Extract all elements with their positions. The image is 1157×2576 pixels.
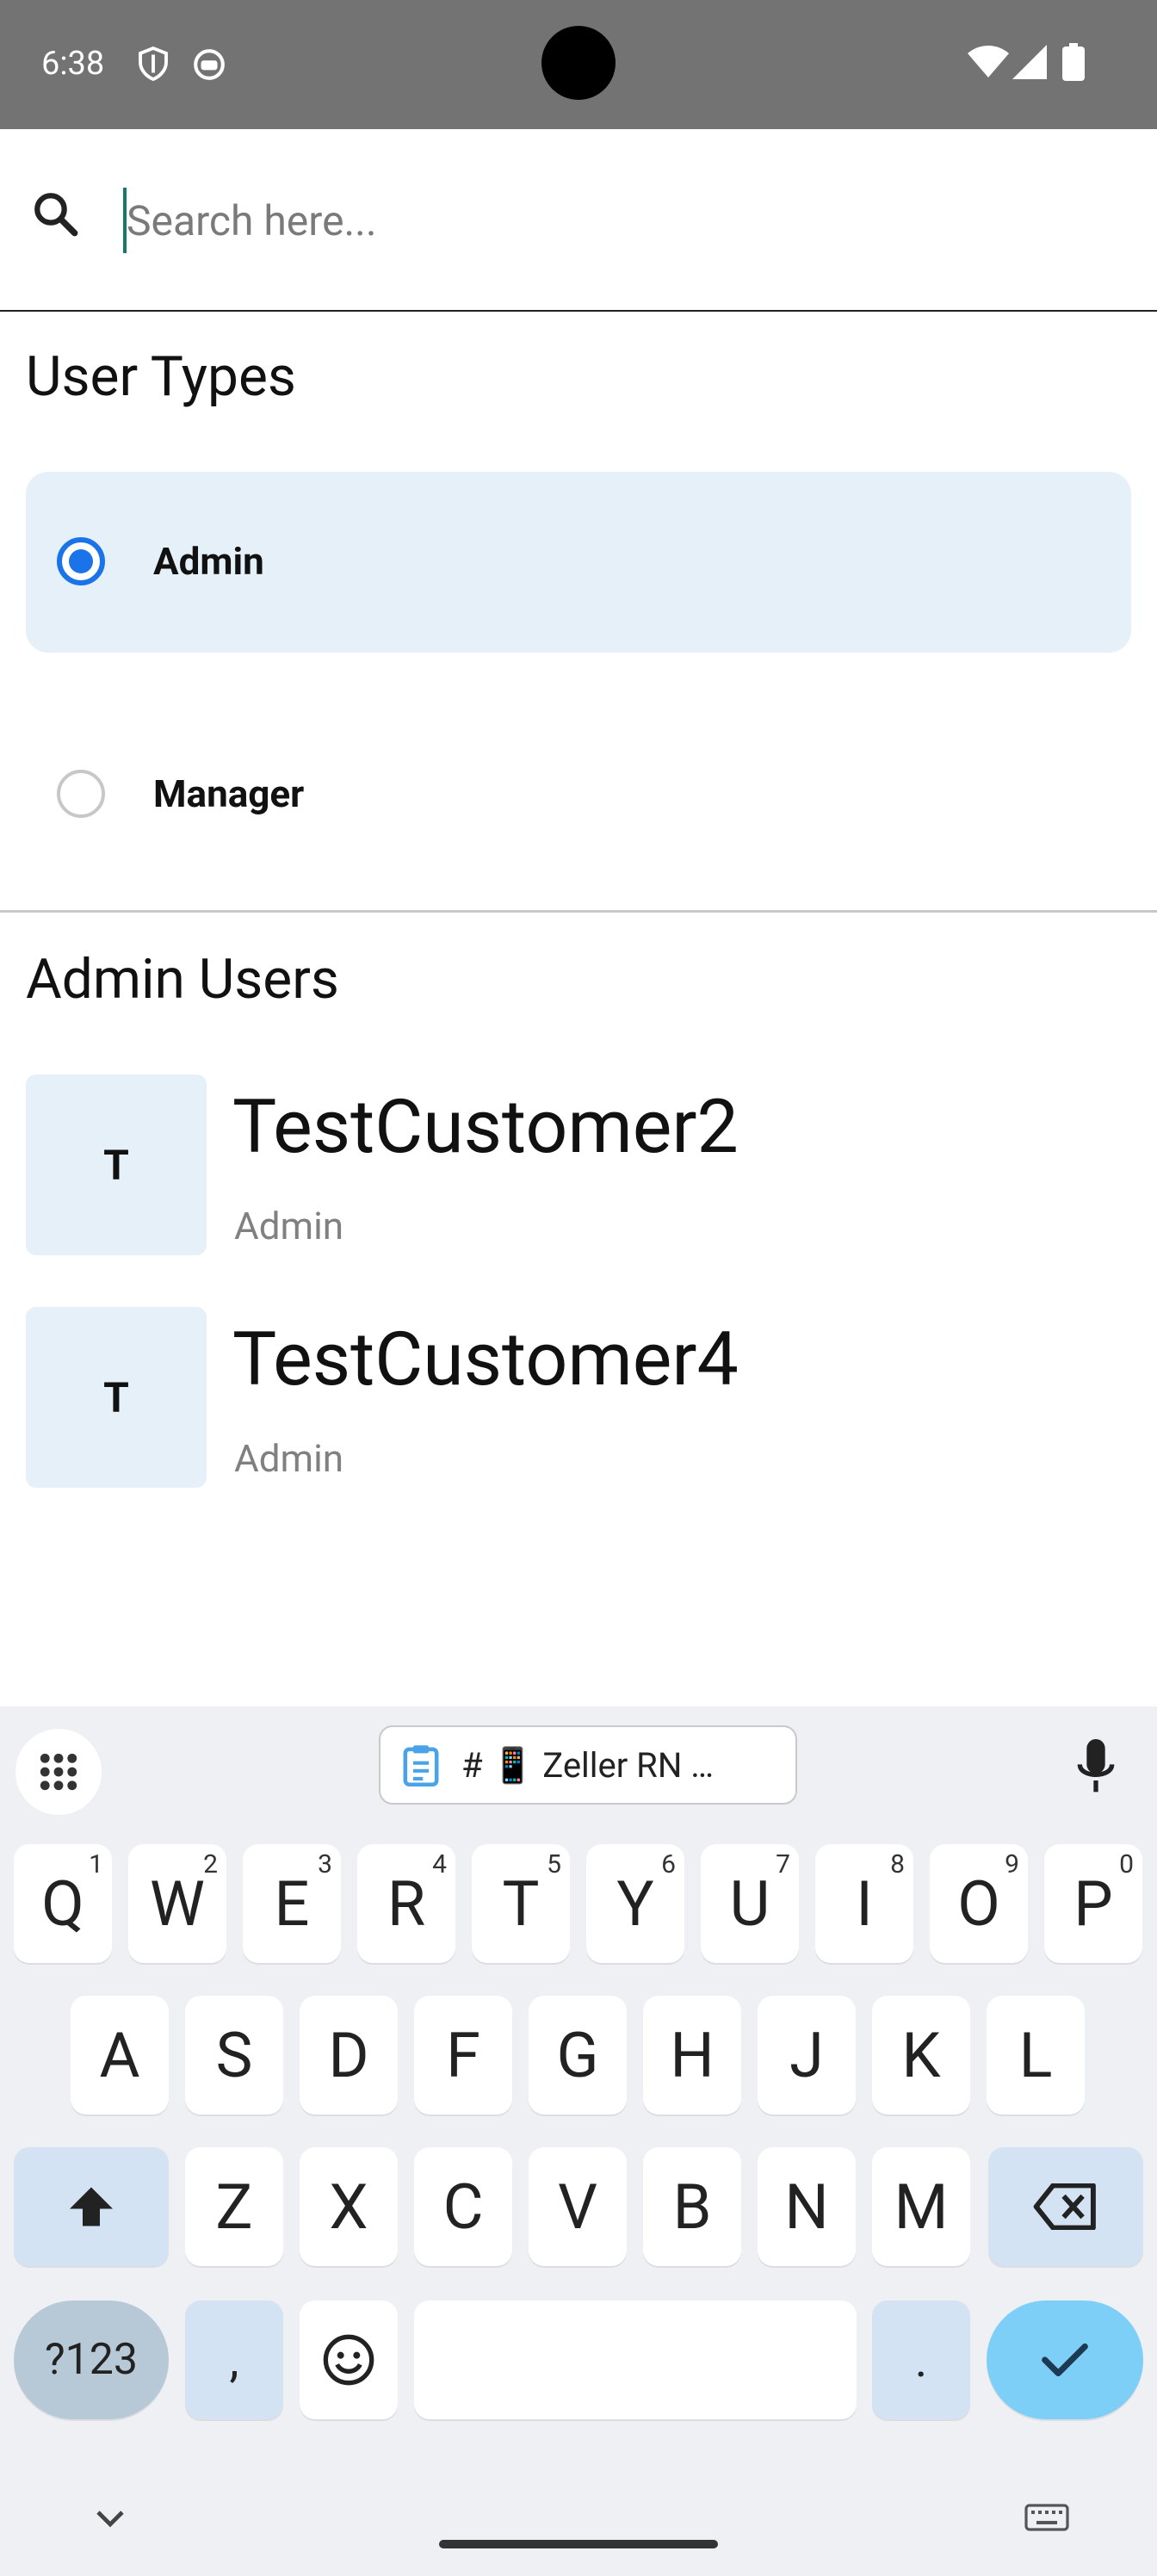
radio-option-admin[interactable]: Admin: [26, 472, 1131, 653]
hide-keyboard-icon[interactable]: [93, 2507, 127, 2535]
emoji-icon: [323, 2334, 374, 2386]
key-hint: 7: [776, 1849, 790, 1879]
user-role: Admin: [234, 1204, 344, 1248]
key-s[interactable]: S: [185, 1996, 283, 2115]
key-label: E: [274, 1867, 310, 1941]
key-label: Q: [41, 1867, 84, 1941]
search-input[interactable]: [125, 181, 1075, 260]
shield-icon: [138, 46, 169, 84]
space-key[interactable]: [414, 2300, 857, 2419]
backspace-icon: [1033, 2183, 1096, 2230]
key-b[interactable]: B: [643, 2147, 741, 2266]
face-icon: [193, 48, 226, 84]
key-label: R: [387, 1867, 426, 1941]
comma-key[interactable]: ,: [185, 2300, 283, 2419]
key-hint: 8: [890, 1849, 905, 1879]
user-name: TestCustomer2: [232, 1083, 739, 1170]
clipboard-icon: [403, 1745, 439, 1786]
admin-users-title: Admin Users: [26, 947, 339, 1012]
key-u[interactable]: U7: [701, 1844, 799, 1963]
key-v[interactable]: V: [529, 2147, 627, 2266]
key-c[interactable]: C: [414, 2147, 512, 2266]
key-hint: 3: [318, 1849, 332, 1879]
radio-option-manager[interactable]: Manager: [26, 704, 1131, 885]
key-hint: 6: [661, 1849, 676, 1879]
key-hint: 5: [547, 1849, 561, 1879]
key-r[interactable]: R4: [357, 1844, 455, 1963]
grid-icon: [40, 1753, 77, 1791]
check-icon: [1042, 2343, 1088, 2377]
radio-unselected-icon[interactable]: [57, 770, 105, 818]
key-n[interactable]: N: [758, 2147, 856, 2266]
symbols-key[interactable]: ?123: [14, 2300, 169, 2419]
period-key[interactable]: .: [872, 2300, 970, 2419]
clipboard-chip-text: # 📱 Zeller RN …: [461, 1744, 715, 1786]
backspace-key[interactable]: [988, 2147, 1143, 2266]
key-label: T: [502, 1867, 540, 1941]
radio-label: Manager: [153, 771, 305, 816]
clipboard-suggestion-chip[interactable]: # 📱 Zeller RN …: [379, 1725, 797, 1805]
key-label: W: [150, 1867, 205, 1941]
wifi-icon: [968, 45, 1009, 83]
key-h[interactable]: H: [643, 1996, 741, 2115]
key-hint: 4: [432, 1849, 447, 1879]
key-i[interactable]: I8: [815, 1844, 913, 1963]
key-y[interactable]: Y6: [586, 1844, 684, 1963]
key-j[interactable]: J: [758, 1996, 856, 2115]
key-hint: 0: [1119, 1849, 1134, 1879]
keyboard-apps-button[interactable]: [15, 1729, 102, 1815]
key-k[interactable]: K: [872, 1996, 970, 2115]
search-icon[interactable]: [31, 189, 81, 243]
battery-icon: [1062, 43, 1085, 84]
radio-label: Admin: [153, 539, 264, 584]
key-hint: 9: [1005, 1849, 1019, 1879]
status-time: 6:38: [41, 45, 105, 83]
gesture-home-bar[interactable]: [439, 2540, 718, 2548]
key-f[interactable]: F: [414, 1996, 512, 2115]
section-divider: [0, 910, 1157, 913]
shift-icon: [70, 2187, 113, 2226]
key-label: I: [856, 1867, 873, 1941]
key-p[interactable]: P0: [1044, 1844, 1142, 1963]
enter-key[interactable]: [987, 2300, 1143, 2419]
user-types-title: User Types: [26, 344, 296, 409]
radio-selected-icon[interactable]: [57, 537, 105, 585]
user-list-item[interactable]: T TestCustomer2 Admin: [26, 1074, 1131, 1255]
text-cursor: [123, 188, 127, 253]
key-q[interactable]: Q1: [14, 1844, 112, 1963]
key-w[interactable]: W2: [128, 1844, 226, 1963]
key-e[interactable]: E3: [243, 1844, 341, 1963]
key-label: P: [1073, 1867, 1113, 1941]
status-bar: 6:38: [0, 0, 1157, 129]
key-z[interactable]: Z: [185, 2147, 283, 2266]
key-hint: 2: [203, 1849, 218, 1879]
key-label: Y: [616, 1867, 654, 1941]
key-hint: 1: [89, 1849, 103, 1879]
search-bar: [0, 129, 1157, 312]
avatar: T: [26, 1307, 207, 1488]
signal-icon: [1012, 45, 1047, 83]
key-x[interactable]: X: [300, 2147, 398, 2266]
key-a[interactable]: A: [71, 1996, 169, 2115]
camera-cutout: [541, 26, 616, 100]
key-l[interactable]: L: [987, 1996, 1085, 2115]
emoji-key[interactable]: [300, 2300, 398, 2419]
shift-key[interactable]: [14, 2147, 169, 2266]
user-list-item[interactable]: T TestCustomer4 Admin: [26, 1307, 1131, 1488]
key-label: O: [957, 1867, 1000, 1941]
soft-keyboard: # 📱 Zeller RN … Q1 W2 E3 R4 T5 Y6 U7 I8 …: [0, 1706, 1157, 2576]
avatar: T: [26, 1074, 207, 1255]
key-g[interactable]: G: [529, 1996, 627, 2115]
user-role: Admin: [234, 1436, 344, 1481]
microphone-icon[interactable]: [1076, 1739, 1116, 1798]
key-o[interactable]: O9: [930, 1844, 1028, 1963]
key-d[interactable]: D: [300, 1996, 398, 2115]
user-name: TestCustomer4: [232, 1316, 739, 1403]
key-label: U: [729, 1867, 770, 1941]
key-t[interactable]: T5: [472, 1844, 570, 1963]
keyboard-switch-icon[interactable]: [1024, 2504, 1069, 2535]
key-m[interactable]: M: [872, 2147, 970, 2266]
